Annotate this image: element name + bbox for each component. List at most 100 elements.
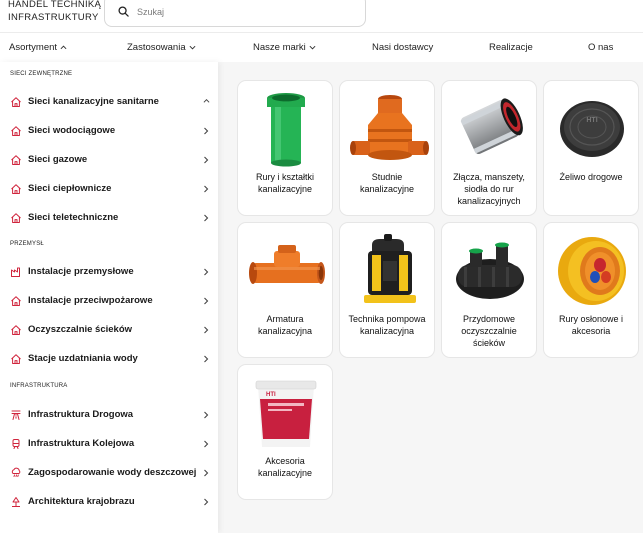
orange-valve-image [249,245,325,284]
section-title-sieci-zewnetrzne: SIECI ZEWNĘTRZNE [10,71,73,77]
search-box[interactable] [104,0,366,27]
sidebar-item-instalacje-przemyslowe[interactable]: Instalacje przemysłowe [0,261,218,283]
sidebar-item-sieci-gazowe[interactable]: Sieci gazowe [0,149,218,171]
nav-o-nas[interactable]: O nas [588,42,613,53]
category-sidebar: SIECI ZEWNĘTRZNE Sieci kanalizacyjne san… [0,62,218,533]
product-title: Studnie kanalizacyjne [359,172,415,194]
chevron-right-icon [203,498,209,506]
nav-label: Nasze marki [253,42,306,53]
sidebar-item-label: Sieci gazowe [28,154,88,165]
product-card-przydomowe[interactable]: Przydomowe oczyszczalnie ścieków [441,222,537,358]
product-card-technika-pompowa[interactable]: Technika pompowa kanalizacyjna [339,222,435,358]
nav-realizacje[interactable]: Realizacje [489,42,533,53]
house-icon [10,154,22,166]
manhole-cover-image: HTI [560,101,624,157]
sidebar-item-stacje-uzdatniania[interactable]: Stacje uzdatniania wody [0,348,218,370]
chevron-up-icon [60,45,67,50]
sidebar-item-label: Sieci ciepłownicze [28,183,112,194]
house-icon [10,295,22,307]
sidebar-item-label: Sieci teletechniczne [28,212,119,223]
sidebar-item-label: Oczyszczalnie ścieków [28,324,133,335]
factory-icon [10,266,22,278]
product-title: Przydomowe oczyszczalnie ścieków [461,314,517,348]
logo[interactable]: HANDEL TECHNIKĄ INFRASTRUKTURY [8,0,101,24]
chevron-right-icon [203,469,209,477]
product-card-akcesoria[interactable]: HTI Akcesoria kanalizacyjne [237,364,333,500]
nav-label: Zastosowania [127,42,186,53]
nav-label: O nas [588,42,614,53]
search-icon [118,6,129,17]
product-title: Armatura kanalizacyjna [257,314,313,336]
sidebar-item-sieci-teletechniczne[interactable]: Sieci teletechniczne [0,207,218,229]
sidebar-item-infrastruktura-drogowa[interactable]: Infrastruktura Drogowa [0,404,218,426]
product-card-zeliwo[interactable]: HTI Żeliwo drogowe [543,80,639,216]
product-title: Żeliwo drogowe [559,172,623,182]
chevron-right-icon [203,127,209,135]
chevron-right-icon [203,411,209,419]
chevron-right-icon [203,326,209,334]
chevron-down-icon [189,45,196,50]
logo-line-1: HANDEL TECHNIKĄ [8,0,102,10]
orange-well-image [350,95,429,160]
chevron-right-icon [203,268,209,276]
sidebar-item-instalacje-przeciwpozarowe[interactable]: Instalacje przeciwpożarowe [0,290,218,312]
septic-tank-image [456,242,524,299]
road-icon [10,409,22,421]
product-title: Rury i kształtki kanalizacyjne [255,172,314,194]
chevron-down-icon [309,45,316,50]
section-title-przemysl: PRZEMYSŁ [10,241,44,247]
sidebar-item-oczyszczalnie-sciekow[interactable]: Oczyszczalnie ścieków [0,319,218,341]
sidebar-item-label: Instalacje przemysłowe [28,266,134,277]
header: HANDEL TECHNIKĄ INFRASTRUKTURY [0,0,643,32]
chevron-right-icon [203,440,209,448]
product-title: Rury osłonowe i akcesoria [558,314,624,336]
sidebar-item-architektura-krajobrazu[interactable]: Architektura krajobrazu [0,491,218,513]
product-card-rury-oslonowe[interactable]: Rury osłonowe i akcesoria [543,222,639,358]
house-icon [10,212,22,224]
sidebar-item-label: Sieci wodociągowe [28,125,116,136]
product-title: Akcesoria kanalizacyjne [257,456,313,478]
green-pipe-image [267,93,305,167]
chevron-right-icon [203,156,209,164]
nav-asortyment[interactable]: Asortyment [9,42,67,53]
chevron-right-icon [203,297,209,305]
main-nav: Asortyment Zastosowania Nasze marki Nasi… [0,32,643,62]
svg-text:HTI: HTI [266,392,276,398]
house-icon [10,324,22,336]
nav-nasze-marki[interactable]: Nasze marki [253,42,316,53]
train-icon [10,438,22,450]
sidebar-item-label: Sieci kanalizacyjne sanitarne [28,96,159,107]
sidebar-item-sieci-cieplownicze[interactable]: Sieci ciepłownicze [0,178,218,200]
chevron-up-icon [203,98,210,104]
sidebar-item-label: Zagospodarowanie wody deszczowej [28,467,197,478]
svg-text:HTI: HTI [586,117,597,124]
sealant-bucket-image: HTI [255,380,317,447]
search-input[interactable] [137,3,347,21]
section-title-infrastruktura: INFRASTRUKTURA [10,383,68,389]
sidebar-item-woda-deszczowa[interactable]: Zagospodarowanie wody deszczowej [0,462,218,484]
nav-label: Asortyment [9,42,58,53]
nav-nasi-dostawcy[interactable]: Nasi dostawcy [372,42,433,53]
product-card-rury[interactable]: Rury i kształtki kanalizacyjne [237,80,333,216]
product-card-zlacza[interactable]: Złącza, manszety, siodła do rur kanaliza… [441,80,537,216]
sidebar-item-label: Instalacje przeciwpożarowe [28,295,153,306]
sidebar-item-sieci-kanalizacyjne[interactable]: Sieci kanalizacyjne sanitarne [0,91,218,113]
cable-conduit-image [558,237,626,305]
chevron-right-icon [203,185,209,193]
submersible-pump-image [364,234,416,303]
sidebar-item-label: Infrastruktura Drogowa [28,409,134,420]
nav-zastosowania[interactable]: Zastosowania [127,42,196,53]
chevron-right-icon [203,214,209,222]
rain-icon [10,467,22,479]
sidebar-item-label: Architektura krajobrazu [28,496,135,507]
product-card-studnie[interactable]: Studnie kanalizacyjne [339,80,435,216]
sidebar-item-label: Stacje uzdatniania wody [28,353,138,364]
product-title: Technika pompowa kanalizacyjna [348,314,426,336]
product-title: Złącza, manszety, siodła do rur kanaliza… [453,172,525,206]
house-icon [10,96,22,108]
sidebar-item-infrastruktura-kolejowa[interactable]: Infrastruktura Kolejowa [0,433,218,455]
house-icon [10,353,22,365]
house-icon [10,183,22,195]
sidebar-item-sieci-wodociagowe[interactable]: Sieci wodociągowe [0,120,218,142]
product-card-armatura[interactable]: Armatura kanalizacyjna [237,222,333,358]
